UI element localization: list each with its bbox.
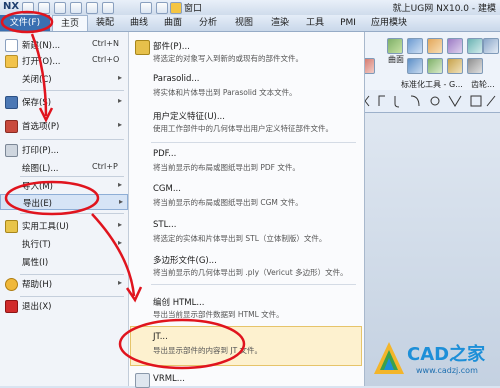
undo-icon[interactable]	[38, 2, 50, 14]
save-icon	[5, 96, 18, 109]
tab-curve[interactable]: 曲线	[122, 15, 156, 31]
gear-label: 齿轮...	[471, 80, 495, 89]
surface-group-label: 曲面	[388, 55, 404, 64]
tab-application[interactable]: 应用模块	[364, 15, 414, 31]
new-file-icon	[5, 39, 18, 52]
menu-separator	[20, 213, 124, 214]
menu-separator	[20, 296, 124, 297]
cut-icon[interactable]	[70, 2, 82, 14]
watermark: CAD之家 www.cadzj.com	[372, 336, 500, 386]
tab-assembly[interactable]: 装配	[88, 15, 122, 31]
menu-bar: 文件(F) 主页 装配 曲线 曲面 分析 视图 渲染 工具 PMI 应用模块	[0, 15, 500, 32]
menu-item-utilities[interactable]: 实用工具(U) ▸	[0, 218, 128, 234]
submenu-arrow-icon: ▸	[118, 278, 123, 287]
menu-item-save[interactable]: 保存(S) ▸	[0, 94, 128, 110]
submenu-arrow-icon: ▸	[118, 238, 123, 247]
thicken-icon[interactable]	[467, 58, 483, 74]
utilities-icon	[5, 220, 18, 233]
extend-icon[interactable]	[427, 58, 443, 74]
menu-item-import[interactable]: 导入(M) ▸	[0, 178, 128, 194]
menu-separator	[20, 274, 124, 275]
menu-item-help[interactable]: 帮助(H) ▸	[0, 276, 128, 292]
submenu-arrow-icon: ▸	[118, 73, 123, 82]
submenu-arrow-icon: ▸	[118, 180, 123, 189]
file-menu: 新建(N)... Ctrl+N 打开(O)... Ctrl+O 关闭(C) ▸ …	[0, 32, 129, 386]
menu-item-plot[interactable]: 绘图(L)... Ctrl+P	[0, 160, 128, 176]
submenu-arrow-icon: ▸	[118, 220, 123, 229]
cad-logo-icon	[374, 342, 404, 374]
printer-icon	[5, 144, 18, 157]
menu-item-close[interactable]: 关闭(C) ▸	[0, 71, 128, 87]
submenu-arrow-icon: ▸	[118, 96, 123, 105]
submenu-separator	[151, 142, 356, 143]
selection-bar	[355, 90, 500, 113]
surface-sweep-icon[interactable]	[427, 38, 443, 54]
nx-logo: NX	[3, 1, 20, 12]
std-tools-label: 标准化工具 - G...	[401, 80, 463, 89]
save-icon[interactable]	[22, 2, 34, 14]
surface-blend-icon[interactable]	[447, 38, 463, 54]
preferences-icon	[5, 120, 18, 133]
menu-item-exit[interactable]: 退出(X)	[0, 298, 128, 314]
surface-offset-icon[interactable]	[467, 38, 483, 54]
paste-icon[interactable]	[102, 2, 114, 14]
menu-item-open[interactable]: 打开(O)... Ctrl+O	[0, 53, 128, 69]
watermark-logo-text: CAD之家	[407, 344, 486, 365]
submenu-separator	[151, 284, 356, 285]
window-title: 就上UG网 NX10.0 - 建模	[392, 4, 496, 14]
tab-view[interactable]: 视图	[226, 15, 262, 31]
menu-separator	[20, 176, 124, 177]
surface-trim-icon[interactable]	[483, 38, 499, 54]
tab-surface[interactable]: 曲面	[156, 15, 190, 31]
copy-icon[interactable]	[86, 2, 98, 14]
tab-tools[interactable]: 工具	[298, 15, 332, 31]
menu-item-properties[interactable]: 属性(I)	[0, 254, 128, 270]
help-icon	[5, 278, 18, 291]
export-submenu: 部件(P)... 将选定的对象写入到新的或现有的部件文件。 Parasolid.…	[128, 32, 365, 388]
redo-icon[interactable]	[54, 2, 66, 14]
command-finder-icon[interactable]	[140, 2, 152, 14]
submenu-arrow-icon: ▸	[118, 120, 123, 129]
mesh-icon[interactable]	[407, 58, 423, 74]
tab-render[interactable]: 渲染	[262, 15, 298, 31]
tab-home[interactable]: 主页	[52, 15, 88, 31]
title-bar: NX 窗口 就上UG网 NX10.0 - 建模	[0, 0, 500, 16]
menu-item-export[interactable]: 导出(E) ▸	[0, 194, 128, 210]
selection-toolbar-icons[interactable]	[355, 90, 500, 112]
menu-separator	[20, 139, 124, 140]
submenu-arrow-icon: ▸	[119, 197, 124, 206]
open-folder-icon	[5, 55, 18, 68]
window-menu[interactable]: 窗口	[184, 1, 202, 14]
surface-patch-icon[interactable]	[407, 38, 423, 54]
surface-grid-icon[interactable]	[387, 38, 403, 54]
tab-analysis[interactable]: 分析	[190, 15, 226, 31]
tab-file[interactable]: 文件(F)	[0, 15, 50, 31]
menu-separator	[20, 90, 124, 91]
touch-mode-icon[interactable]	[156, 2, 168, 14]
menu-item-preferences[interactable]: 首选项(P) ▸	[0, 118, 128, 134]
exit-icon	[5, 300, 18, 313]
sew-icon[interactable]	[447, 58, 463, 74]
part-icon	[135, 40, 150, 55]
watermark-url: www.cadzj.com	[416, 366, 478, 375]
menu-item-new[interactable]: 新建(N)... Ctrl+N	[0, 37, 128, 53]
menu-item-execute[interactable]: 执行(T) ▸	[0, 236, 128, 252]
menu-item-print[interactable]: 打印(P)...	[0, 142, 128, 158]
window-icon	[170, 2, 182, 14]
tab-pmi[interactable]: PMI	[333, 15, 363, 31]
